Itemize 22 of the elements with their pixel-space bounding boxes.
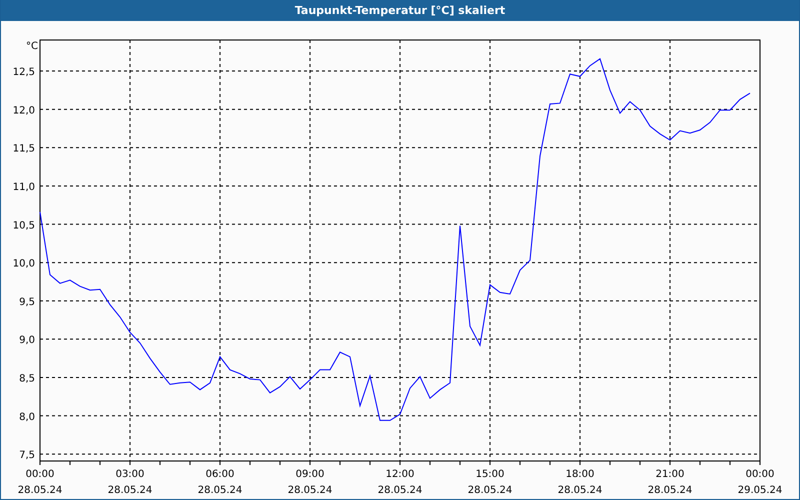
axis-label: 11,5 [12,144,35,155]
axis-label: 03:00 28.05.24 [108,469,152,496]
axis-label: 10,0 [12,258,35,270]
axis-label: 9,0 [19,335,35,346]
axis-label: 11,0 [12,182,35,193]
axis-label: 9,5 [19,296,35,308]
window-title: Taupunkt-Temperatur [°C] skaliert [294,4,506,17]
axis-label: 12:00 28.05.24 [378,469,422,496]
axis-unit: °C [26,41,38,52]
axis-label: 12,5 [12,67,35,78]
axis-label: 7,5 [19,450,35,462]
axis-label: 09:00 28.05.24 [288,469,332,496]
axis-label: 15:00 28.05.24 [468,469,512,496]
axis-label: 18:00 28.05.24 [558,469,602,496]
axis-label: 00:00 29.05.24 [738,469,782,496]
axis-label: 8,0 [19,412,35,423]
axis-label: 06:00 28.05.24 [198,469,242,496]
axis-label: 10,5 [12,220,35,232]
axis-label: 00:00 28.05.24 [18,469,62,496]
axis-label: 12,0 [12,105,35,116]
axis-label: 21:00 28.05.24 [648,469,692,496]
axis-label: 8,5 [19,374,35,384]
